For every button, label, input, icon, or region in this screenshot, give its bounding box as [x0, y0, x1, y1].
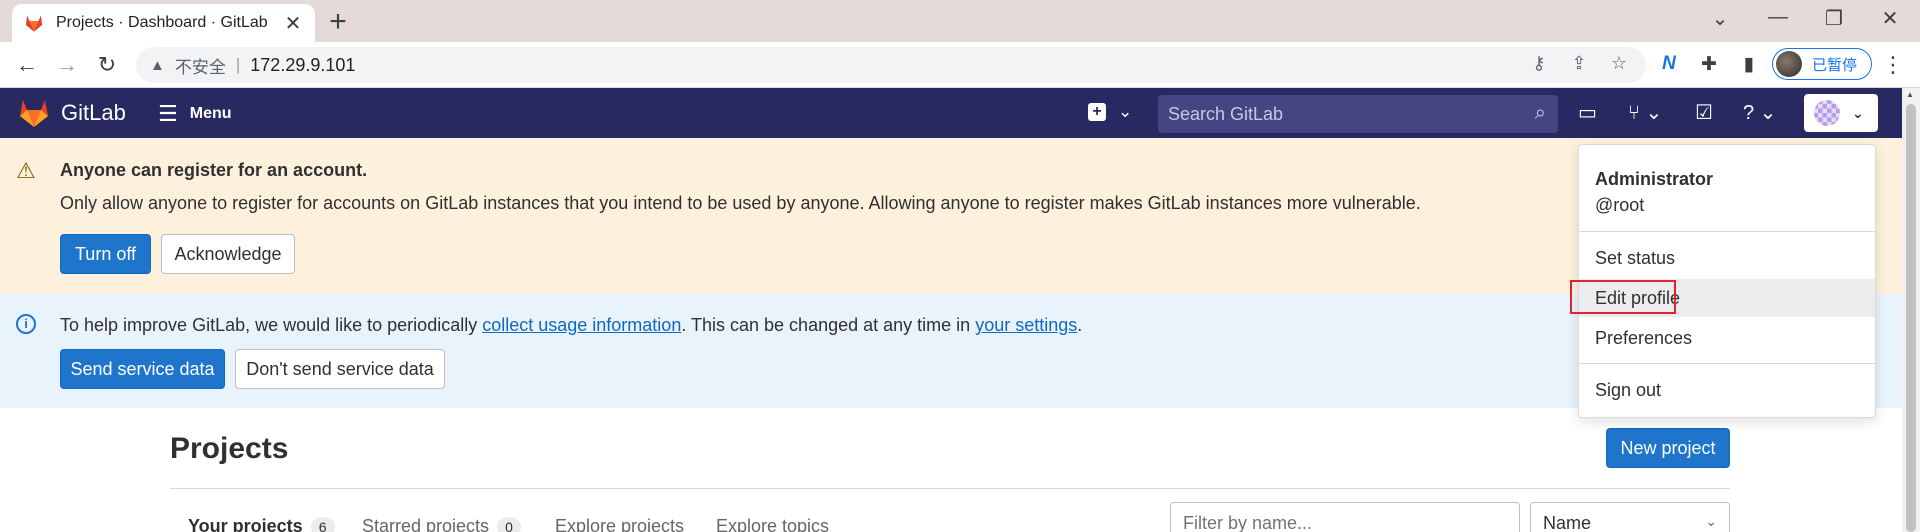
new-project-button[interactable]: New project — [1606, 428, 1730, 468]
window-close-icon[interactable]: ✕ — [1870, 6, 1910, 31]
menu-divider — [1579, 363, 1875, 364]
tab-explore-topics[interactable]: Explore topics — [716, 516, 829, 532]
search-icon: ⌕ — [1534, 102, 1546, 124]
url-text: 172.29.9.101 — [250, 54, 356, 75]
user-name[interactable]: Administrator — [1595, 169, 1713, 190]
turn-off-button[interactable]: Turn off — [60, 234, 151, 274]
plus-square-icon: + — [1088, 103, 1106, 121]
search-box[interactable]: ⌕ — [1158, 95, 1558, 133]
extension-n-icon[interactable]: N — [1656, 53, 1682, 75]
browser-toolbar: ← → ↻ ▲ 不安全 | 172.29.9.101 ⚷ ⇪ ☆ N ✚ ▮ 已… — [0, 42, 1920, 88]
merge-requests-icon[interactable]: ⑂ ⌄ — [1628, 100, 1662, 125]
your-settings-link[interactable]: your settings — [975, 315, 1077, 335]
url-separator: | — [235, 55, 241, 74]
key-icon[interactable]: ⚷ — [1527, 53, 1551, 74]
warning-triangle-icon: ▲ — [150, 56, 165, 74]
search-input[interactable] — [1168, 103, 1508, 125]
menu-button[interactable]: ☰ Menu — [158, 101, 232, 127]
reload-icon[interactable]: ↻ — [92, 50, 122, 80]
warning-title: Anyone can register for an account. — [60, 160, 368, 180]
usage-data-text: To help improve GitLab, we would like to… — [60, 315, 1082, 336]
insecure-label: 不安全 — [174, 57, 226, 77]
forward-icon[interactable]: → — [52, 50, 82, 80]
scrollbar-thumb[interactable] — [1906, 104, 1916, 532]
menu-divider — [1579, 231, 1875, 232]
user-handle[interactable]: @root — [1595, 195, 1644, 216]
tab-label: Explore topics — [716, 516, 830, 532]
chevron-down-icon: ⌄ — [1118, 102, 1133, 121]
chevron-down-icon: ⌄ — [1852, 104, 1864, 121]
menu-label: Menu — [189, 105, 232, 122]
restore-icon[interactable]: ❐ — [1814, 6, 1854, 31]
acknowledge-button[interactable]: Acknowledge — [161, 234, 295, 274]
help-icon[interactable]: ? ⌄ — [1743, 100, 1776, 125]
extensions-puzzle-icon[interactable]: ✚ — [1696, 53, 1722, 76]
profile-avatar — [1776, 51, 1802, 77]
tab-explore-projects[interactable]: Explore projects — [555, 516, 684, 532]
profile-label: 已暂停 — [1812, 56, 1858, 74]
gitlab-header: GitLab ☰ Menu + ⌄ ⌕ ▭ ⑂ ⌄ ☑ ? ⌄ ⌄ — [0, 88, 1902, 138]
page-divider — [170, 488, 1730, 489]
sort-value: Name — [1543, 512, 1592, 532]
tab-count-badge: 0 — [497, 516, 521, 532]
tab-count-badge: 6 — [310, 516, 335, 532]
tab-title: Projects · Dashboard · GitLab — [56, 14, 268, 31]
tab-label: Your projects — [188, 516, 303, 532]
menu-item-set-status[interactable]: Set status — [1579, 239, 1875, 277]
new-tab-icon[interactable]: + — [322, 7, 354, 37]
tab-label: Starred projects — [362, 516, 490, 532]
page-scrollbar[interactable]: ▲ — [1902, 88, 1920, 532]
browser-tab[interactable]: Projects · Dashboard · GitLab ✕ — [12, 4, 315, 42]
screen: Projects · Dashboard · GitLab ✕ + ⌄ — ❐ … — [0, 0, 1920, 532]
menu-item-sign-out[interactable]: Sign out — [1579, 371, 1875, 409]
side-panel-icon[interactable]: ▮ — [1736, 53, 1762, 76]
tab-starred-projects[interactable]: Starred projects 0 — [362, 516, 521, 532]
tab-label: Explore projects — [555, 516, 685, 532]
browser-menu-icon[interactable]: ⋮ — [1882, 52, 1904, 78]
dont-send-service-data-button[interactable]: Don't send service data — [235, 349, 445, 389]
todos-icon[interactable]: ☑ — [1695, 100, 1713, 125]
user-menu-button[interactable]: ⌄ — [1804, 94, 1878, 132]
highlight-annotation-box — [1570, 280, 1676, 314]
menu-item-preferences[interactable]: Preferences — [1579, 319, 1875, 357]
usage-text-after: . — [1077, 315, 1083, 335]
warning-body: Only allow anyone to register for accoun… — [60, 193, 1421, 213]
collect-usage-link[interactable]: collect usage information — [482, 315, 681, 335]
browser-tab-strip: Projects · Dashboard · GitLab ✕ + ⌄ — ❐ … — [0, 0, 1920, 42]
user-avatar — [1814, 100, 1840, 126]
issues-icon[interactable]: ▭ — [1578, 100, 1597, 125]
tab-your-projects[interactable]: Your projects 6 — [188, 516, 335, 532]
profile-button[interactable]: 已暂停 — [1772, 48, 1872, 80]
info-icon: i — [16, 314, 36, 334]
page-title: Projects — [170, 432, 289, 465]
tab-close-icon[interactable]: ✕ — [283, 11, 303, 36]
chevron-down-icon: ⌄ — [1705, 513, 1717, 529]
address-bar[interactable]: ▲ 不安全 | 172.29.9.101 — [136, 47, 1646, 83]
filter-by-name-input[interactable] — [1170, 502, 1520, 532]
sort-dropdown[interactable]: Name ⌄ — [1530, 502, 1730, 532]
bookmark-star-icon[interactable]: ☆ — [1607, 53, 1631, 74]
send-service-data-button[interactable]: Send service data — [60, 349, 225, 389]
usage-text-before: To help improve GitLab, we would like to… — [60, 315, 483, 335]
new-dropdown-button[interactable]: + ⌄ — [1088, 102, 1132, 122]
gitlab-favicon-icon — [25, 15, 43, 32]
usage-text-middle: . This can be changed at any time in — [681, 315, 976, 335]
warning-icon: ⚠ — [16, 158, 36, 183]
gitlab-brand[interactable]: GitLab — [61, 100, 126, 126]
tab-search-chevron-icon[interactable]: ⌄ — [1700, 6, 1740, 31]
scroll-up-icon[interactable]: ▲ — [1906, 90, 1914, 99]
hamburger-icon: ☰ — [158, 101, 178, 126]
minimize-icon[interactable]: — — [1758, 6, 1798, 29]
share-icon[interactable]: ⇪ — [1567, 53, 1591, 74]
gitlab-logo-icon[interactable] — [18, 98, 50, 128]
back-icon[interactable]: ← — [12, 50, 42, 80]
